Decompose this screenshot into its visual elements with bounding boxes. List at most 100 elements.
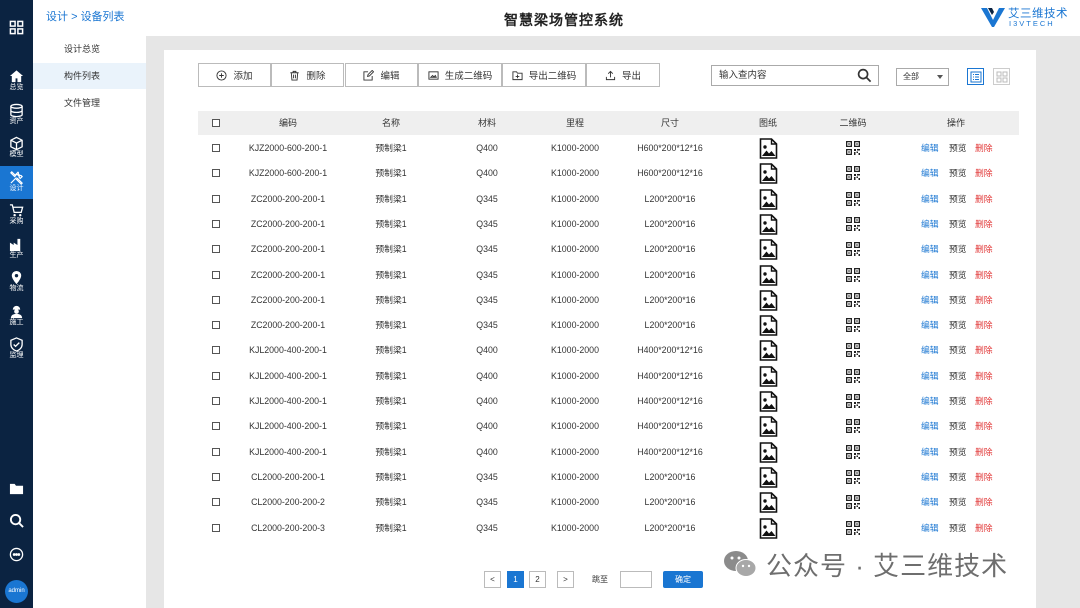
row-edit-link[interactable]: 编辑 (921, 338, 939, 363)
avatar[interactable]: admin (5, 580, 28, 603)
add-button[interactable]: 添加 (198, 63, 271, 87)
rail-item-home[interactable]: 总览 (0, 69, 33, 92)
row-checkbox[interactable] (212, 397, 220, 405)
chat-button[interactable] (0, 547, 33, 562)
row-preview-link[interactable]: 预览 (949, 313, 967, 338)
image-file-icon[interactable] (759, 264, 778, 286)
qr-code-icon[interactable] (846, 267, 860, 282)
row-preview-link[interactable]: 预览 (949, 237, 967, 262)
image-file-icon[interactable] (759, 340, 778, 362)
scope-select[interactable]: 全部 (896, 68, 949, 86)
edit-button[interactable]: 编辑 (345, 63, 418, 87)
row-delete-link[interactable]: 删除 (975, 516, 993, 541)
image-file-icon[interactable] (759, 391, 778, 412)
qr-code-icon[interactable] (846, 191, 860, 206)
row-checkbox[interactable] (212, 472, 220, 481)
row-checkbox[interactable] (212, 447, 220, 456)
row-edit-link[interactable]: 编辑 (921, 263, 939, 288)
row-delete-link[interactable]: 删除 (975, 338, 993, 363)
row-delete-link[interactable]: 删除 (975, 161, 993, 186)
row-delete-link[interactable]: 删除 (975, 313, 993, 338)
rail-item-factory[interactable]: 生产 (0, 237, 33, 260)
search-icon[interactable] (857, 68, 872, 83)
row-checkbox[interactable] (212, 346, 220, 355)
qr-code-icon[interactable] (846, 166, 860, 181)
row-preview-link[interactable]: 预览 (949, 490, 967, 515)
row-edit-link[interactable]: 编辑 (921, 288, 939, 313)
row-delete-link[interactable]: 删除 (975, 364, 993, 389)
image-file-icon[interactable] (759, 138, 778, 159)
row-edit-link[interactable]: 编辑 (921, 212, 939, 237)
generate-qr-button[interactable]: 生成二维码 (418, 63, 502, 87)
confirm-jump-button[interactable]: 确定 (663, 571, 703, 588)
row-preview-link[interactable]: 预览 (949, 136, 967, 161)
row-edit-link[interactable]: 编辑 (921, 313, 939, 338)
image-file-icon[interactable] (759, 315, 778, 336)
image-file-icon[interactable] (759, 188, 778, 210)
qr-code-icon[interactable] (846, 292, 860, 307)
row-checkbox[interactable] (212, 321, 220, 330)
breadcrumb-parent[interactable]: 设计 (46, 11, 68, 23)
row-checkbox[interactable] (212, 194, 220, 203)
row-preview-link[interactable]: 预览 (949, 364, 967, 389)
qr-code-icon[interactable] (846, 343, 860, 358)
row-preview-link[interactable]: 预览 (949, 465, 967, 490)
image-file-icon[interactable] (759, 467, 778, 488)
prev-page-button[interactable]: < (484, 571, 501, 588)
next-page-button[interactable]: > (557, 571, 574, 588)
row-delete-link[interactable]: 删除 (975, 389, 993, 414)
rail-item-worker[interactable]: 施工 (0, 304, 33, 327)
row-edit-link[interactable]: 编辑 (921, 237, 939, 262)
qr-code-icon[interactable] (846, 419, 860, 434)
row-delete-link[interactable]: 删除 (975, 187, 993, 212)
rail-item-cube[interactable]: 模型 (0, 136, 33, 159)
delete-button[interactable]: 删除 (271, 63, 344, 87)
row-edit-link[interactable]: 编辑 (921, 490, 939, 515)
jump-to-page-input[interactable] (620, 571, 652, 588)
row-preview-link[interactable]: 预览 (949, 212, 967, 237)
row-checkbox[interactable] (212, 144, 220, 152)
row-delete-link[interactable]: 删除 (975, 263, 993, 288)
row-checkbox[interactable] (212, 498, 220, 507)
row-edit-link[interactable]: 编辑 (921, 161, 939, 186)
image-file-icon[interactable] (759, 416, 778, 438)
row-preview-link[interactable]: 预览 (949, 389, 967, 414)
row-checkbox[interactable] (212, 295, 220, 304)
row-delete-link[interactable]: 删除 (975, 414, 993, 439)
rail-item-database[interactable]: 资产 (0, 103, 33, 126)
subnav-item-file-management[interactable]: 文件管理 (33, 90, 146, 116)
row-delete-link[interactable]: 删除 (975, 237, 993, 262)
row-delete-link[interactable]: 删除 (975, 212, 993, 237)
rail-item-shield-check[interactable]: 监理 (0, 337, 33, 360)
row-checkbox[interactable] (212, 270, 220, 279)
image-file-icon[interactable] (759, 289, 778, 311)
row-edit-link[interactable]: 编辑 (921, 136, 939, 161)
row-edit-link[interactable]: 编辑 (921, 389, 939, 414)
row-checkbox[interactable] (212, 245, 220, 254)
image-file-icon[interactable] (759, 365, 778, 387)
qr-code-icon[interactable] (846, 318, 860, 333)
subnav-item-component-list[interactable]: 构件列表 (33, 63, 146, 89)
row-delete-link[interactable]: 删除 (975, 490, 993, 515)
qr-code-icon[interactable] (846, 394, 860, 408)
page-2-button[interactable]: 2 (529, 571, 546, 588)
qr-code-icon[interactable] (846, 141, 860, 155)
row-checkbox[interactable] (212, 523, 220, 532)
row-checkbox[interactable] (212, 219, 220, 228)
row-preview-link[interactable]: 预览 (949, 440, 967, 465)
row-checkbox[interactable] (212, 169, 220, 178)
qr-code-icon[interactable] (846, 495, 860, 510)
row-preview-link[interactable]: 预览 (949, 288, 967, 313)
app-grid-button[interactable] (0, 20, 33, 35)
row-preview-link[interactable]: 预览 (949, 516, 967, 541)
select-all-checkbox[interactable] (212, 119, 220, 127)
row-edit-link[interactable]: 编辑 (921, 364, 939, 389)
global-search-button[interactable] (0, 513, 33, 528)
row-edit-link[interactable]: 编辑 (921, 187, 939, 212)
qr-code-icon[interactable] (846, 368, 860, 383)
row-preview-link[interactable]: 预览 (949, 187, 967, 212)
image-file-icon[interactable] (759, 163, 778, 185)
row-edit-link[interactable]: 编辑 (921, 465, 939, 490)
subnav-item-design-overview[interactable]: 设计总览 (33, 36, 146, 62)
qr-code-icon[interactable] (846, 444, 860, 459)
